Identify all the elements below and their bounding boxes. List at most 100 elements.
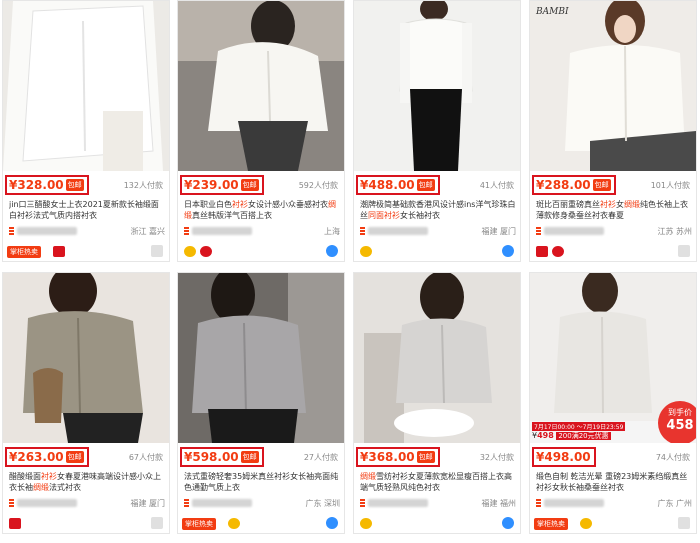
product-card[interactable]: ¥488.00 包邮 41人付款 潮牌极简基础款香港风设计感ins洋气珍珠白丝同… [353,0,521,262]
free-shipping-tag: 包邮 [65,179,84,191]
final-price-value: 458 [666,418,694,433]
product-card[interactable]: ¥239.00 包邮 592人付款 日本职业白色衬衫女设计感小众垂感衬衣绸缎真丝… [177,0,345,262]
shop-name-blurred[interactable] [368,499,428,507]
shop-name-blurred[interactable] [544,227,604,235]
product-card[interactable]: ¥328.00 包邮 132人付款 jin口三醋酸女士上衣2021夏新款长袖缎面… [2,0,170,262]
price-highlight: ¥488.00 包邮 [356,175,440,195]
price-highlight: ¥288.00 包邮 [532,175,616,195]
service-icon[interactable] [502,517,514,529]
product-card[interactable]: ¥263.00 包邮 67人付款 醋酸缎面衬衫女春夏港味高端设计感小众上衣长袖绸… [2,272,170,534]
product-price: ¥598.00 [184,450,239,464]
title-keyword: 绸缎 [33,483,49,492]
hot-sale-badge: 掌柜热卖 [7,246,41,258]
product-title[interactable]: 法式重磅轻奢35姆米真丝衬衫女长袖亮面纯色通勤气质上衣 [184,471,340,493]
brand-logo: BAMBI [536,7,569,17]
title-keyword: 绸缎 [360,472,376,481]
product-card[interactable]: 7月17日00:00 ～7月19日23:59 ¥498 200满20元优惠 到手… [529,272,697,534]
price-highlight: ¥263.00 包邮 [5,447,89,467]
product-photo[interactable] [178,273,344,443]
shop-icon [184,227,189,235]
location: 浙江 嘉兴 [130,227,165,236]
service-icon[interactable] [502,245,514,257]
product-card[interactable]: ¥368.00 包邮 32人付款 绸缎雪纺衬衫女夏薄款宽松显瘦百搭上衣高端气质轻… [353,272,521,534]
product-photo[interactable] [178,1,344,171]
title-keyword: 绸缎 [624,200,640,209]
title-keyword: 衬衫 [384,211,400,220]
similar-icon[interactable] [151,245,163,257]
price-highlight: ¥368.00 包邮 [356,447,440,467]
shop-icon [536,499,541,507]
free-shipping-tag: 包邮 [240,179,259,191]
title-text: 雪纺衬衫女夏薄款宽松显瘦百搭上衣高端气质轻熟风纯色衬衣 [360,472,512,492]
title-text: 斑比百丽重磅真丝 [536,200,600,209]
similar-icon[interactable] [678,517,690,529]
title-text: 醋酸缎面 [9,472,41,481]
tmall-icon [536,246,548,257]
similar-icon[interactable] [151,517,163,529]
gold-medal-icon [580,518,592,529]
heart-icon [200,246,212,257]
product-price: ¥328.00 [9,178,64,192]
gold-medal-icon [360,518,372,529]
product-grid: ¥328.00 包邮 132人付款 jin口三醋酸女士上衣2021夏新款长袖缎面… [0,0,700,543]
product-title[interactable]: 日本职业白色衬衫女设计感小众垂感衬衣绸缎真丝韩版洋气百搭上衣 [184,199,340,221]
title-keyword: 同面 [368,211,384,220]
tmall-icon [53,246,65,257]
hot-sale-badge: 掌柜热卖 [534,518,568,530]
product-photo[interactable] [354,1,520,171]
price-highlight: ¥328.00 包邮 [5,175,89,195]
product-title[interactable]: 醋酸缎面衬衫女春夏港味高端设计感小众上衣长袖绸缎法式衬衣 [9,471,165,493]
promo-price: 498 [537,431,554,440]
gold-medal-icon [360,246,372,257]
product-photo[interactable]: 7月17日00:00 ～7月19日23:59 ¥498 200满20元优惠 到手… [530,273,696,443]
product-price: ¥239.00 [184,178,239,192]
shop-name-blurred[interactable] [192,227,252,235]
product-price: ¥488.00 [360,178,415,192]
service-icon[interactable] [326,517,338,529]
title-keyword: 衬衫 [232,200,248,209]
sales-count: 27人付款 [303,453,338,462]
shop-name-blurred[interactable] [544,499,604,507]
sales-count: 32人付款 [479,453,514,462]
sales-count: 41人付款 [479,181,514,190]
gold-medal-icon [184,246,196,257]
sales-count: 74人付款 [655,453,690,462]
product-price: ¥368.00 [360,450,415,464]
shop-icon [536,227,541,235]
product-photo[interactable] [3,273,169,443]
product-card[interactable]: ¥598.00 包邮 27人付款 法式重磅轻奢35姆米真丝衬衫女长袖亮面纯色通勤… [177,272,345,534]
free-shipping-tag: 包邮 [65,451,84,463]
shop-icon [184,499,189,507]
product-price: ¥263.00 [9,450,64,464]
title-keyword: 衬衫 [600,200,616,209]
product-title[interactable]: 斑比百丽重磅真丝衬衫女绸缎纯色长袖上衣薄款修身桑蚕丝衬衣春夏 [536,199,692,221]
shop-name-blurred[interactable] [192,499,252,507]
hot-sale-badge: 掌柜热卖 [182,518,216,530]
product-photo[interactable]: BAMBI [530,1,696,171]
service-icon[interactable] [326,245,338,257]
title-text: 真丝韩版洋气百搭上衣 [192,211,272,220]
shop-name-blurred[interactable] [368,227,428,235]
shop-name-blurred[interactable] [17,499,77,507]
product-title[interactable]: jin口三醋酸女士上衣2021夏新款长袖缎面白衬衫法式气质内搭衬衣 [9,199,165,221]
product-photo[interactable] [3,1,169,171]
title-keyword: 衬衫 [41,472,57,481]
location: 广东 深圳 [305,499,340,508]
location: 福建 厦门 [130,499,165,508]
gold-medal-icon [228,518,240,529]
sales-count: 592人付款 [298,181,338,190]
shop-icon [360,499,365,507]
similar-icon[interactable] [678,245,690,257]
location: 江苏 苏州 [657,227,692,236]
product-photo[interactable] [354,273,520,443]
product-title[interactable]: 缎色自制 乾洁光晕 重磅23姆米素绉缎真丝衬衫女秋长袖桑蚕丝衬衣 [536,471,692,493]
sales-count: 132人付款 [123,181,163,190]
free-shipping-tag: 包邮 [416,451,435,463]
shop-name-blurred[interactable] [17,227,77,235]
product-title[interactable]: 绸缎雪纺衬衫女夏薄款宽松显瘦百搭上衣高端气质轻熟风纯色衬衣 [360,471,516,493]
location: 上海 [324,227,340,236]
product-title[interactable]: 潮牌极简基础款香港风设计感ins洋气珍珠白丝同面衬衫女长袖衬衣 [360,199,516,221]
title-text: 法式衬衣 [49,483,81,492]
location: 福建 厦门 [481,227,516,236]
product-card[interactable]: BAMBI ¥288.00 包邮 101人付款 斑比百丽重磅真丝衬衫女绸缎纯色长… [529,0,697,262]
